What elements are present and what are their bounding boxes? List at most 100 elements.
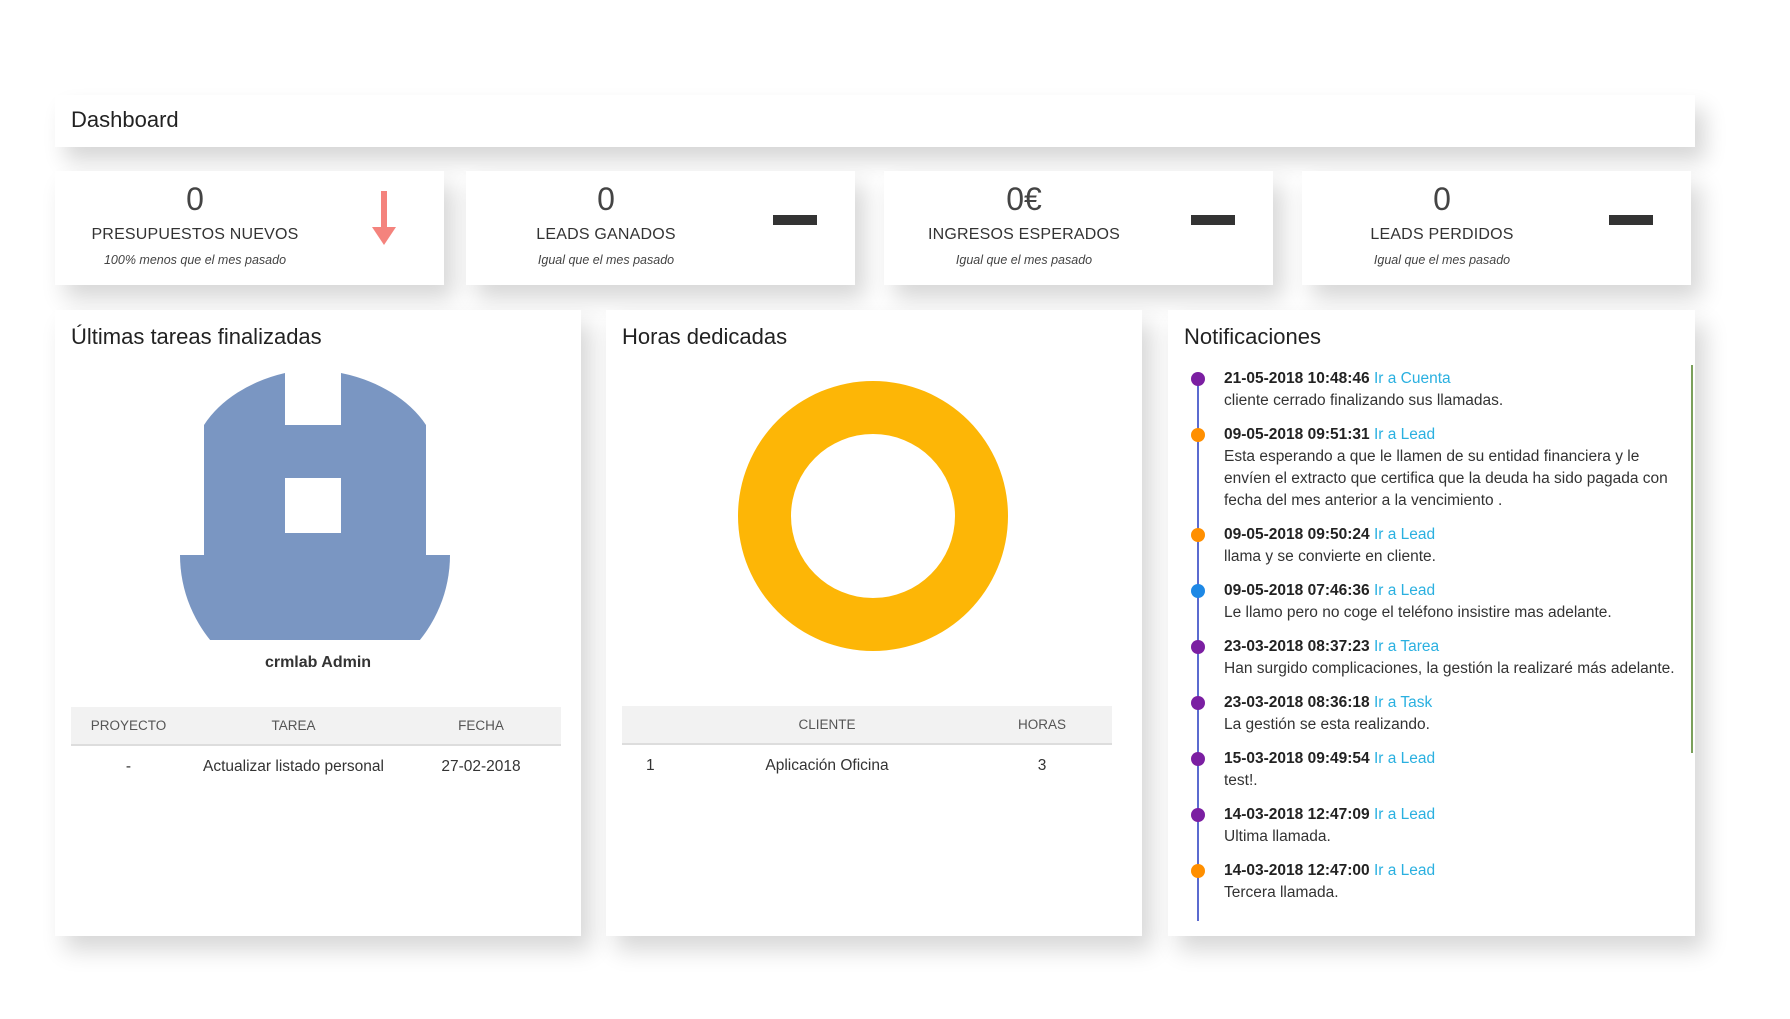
- notification-text: Tercera llamada.: [1224, 884, 1339, 901]
- hours-donut-chart: [738, 381, 1008, 651]
- stat-value: 0: [186, 181, 204, 217]
- notification-text: Han surgido complicaciones, la gestión l…: [1224, 660, 1675, 677]
- notification-text: cliente cerrado finalizando sus llamadas…: [1224, 392, 1504, 409]
- cell-client: Aplicación Oficina: [765, 756, 889, 774]
- stat-subtext: Igual que el mes pasado: [955, 253, 1093, 267]
- notification-item: 23-03-2018 08:37:23 Ir a Tarea Han surgid…: [1184, 636, 1684, 680]
- notification-link[interactable]: Ir a Tarea: [1374, 638, 1439, 655]
- stat-value: 0: [1433, 181, 1451, 217]
- notification-header: 23-03-2018 08:37:23 Ir a Tarea: [1224, 636, 1684, 658]
- stat-card-presupuestos: 0 PRESUPUESTOS NUEVOS 100% menos que el …: [55, 171, 444, 285]
- notification-date: 09-05-2018 09:50:24: [1224, 526, 1370, 543]
- timeline-dot-icon: [1191, 752, 1205, 766]
- notification-header: 09-05-2018 07:46:36 Ir a Lead: [1224, 580, 1684, 602]
- notification-text: Ultima llamada.: [1224, 828, 1331, 845]
- notification-link[interactable]: Ir a Lead: [1374, 806, 1435, 823]
- dashboard-header: Dashboard: [55, 95, 1695, 147]
- notification-date: 14-03-2018 12:47:00: [1224, 862, 1370, 879]
- stat-value: 0€: [1006, 181, 1042, 217]
- hours-panel: Horas dedicadas CLIENTE HORAS 1 Aplicaci…: [606, 310, 1142, 936]
- stat-label: LEADS PERDIDOS: [1370, 226, 1514, 243]
- dash-icon: [1191, 215, 1235, 225]
- notification-link[interactable]: Ir a Lead: [1374, 582, 1435, 599]
- notification-date: 21-05-2018 10:48:46: [1224, 370, 1370, 387]
- tasks-panel: Últimas tareas finalizadas crmlab Admin …: [55, 310, 581, 936]
- stat-label: LEADS GANADOS: [536, 226, 676, 243]
- notification-header: 23-03-2018 08:36:18 Ir a Task: [1224, 692, 1684, 714]
- timeline-dot-icon: [1191, 640, 1205, 654]
- timeline-dot-icon: [1191, 864, 1205, 878]
- notification-item: 23-03-2018 08:36:18 Ir a Task La gestión …: [1184, 692, 1684, 736]
- notification-link[interactable]: Ir a Task: [1374, 694, 1432, 711]
- notification-link[interactable]: Ir a Cuenta: [1374, 370, 1451, 387]
- notification-link[interactable]: Ir a Lead: [1374, 862, 1435, 879]
- notification-text: La gestión se esta realizando.: [1224, 716, 1430, 733]
- user-name: crmlab Admin: [264, 654, 372, 671]
- dash-icon: [773, 215, 817, 225]
- cell-index: 1: [646, 756, 655, 774]
- stat-value: 0: [597, 181, 615, 217]
- timeline-dot-icon: [1191, 808, 1205, 822]
- arrow-down-icon: [372, 191, 396, 245]
- timeline-dot-icon: [1191, 372, 1205, 386]
- notification-header: 21-05-2018 10:48:46 Ir a Cuenta: [1224, 368, 1684, 390]
- column-header-index: [622, 706, 682, 745]
- notification-item: 09-05-2018 07:46:36 Ir a Lead Le llamo pe…: [1184, 580, 1684, 624]
- notification-header: 09-05-2018 09:51:31 Ir a Lead: [1224, 424, 1684, 446]
- notification-link[interactable]: Ir a Lead: [1374, 750, 1435, 767]
- stat-label: PRESUPUESTOS NUEVOS: [91, 226, 299, 243]
- stat-card-ingresos: 0€ INGRESOS ESPERADOS Igual que el mes p…: [884, 171, 1273, 285]
- hours-table: CLIENTE HORAS 1 Aplicación Oficina 3: [622, 706, 1112, 786]
- notification-date: 14-03-2018 12:47:09: [1224, 806, 1370, 823]
- notification-link[interactable]: Ir a Lead: [1374, 526, 1435, 543]
- donut-slice[interactable]: [738, 381, 1008, 651]
- notification-text: Le llamo pero no coge el teléfono insist…: [1224, 604, 1612, 621]
- notification-header: 14-03-2018 12:47:09 Ir a Lead: [1224, 804, 1684, 826]
- notification-item: 15-03-2018 09:49:54 Ir a Lead test!.: [1184, 748, 1684, 792]
- column-header-tarea[interactable]: TAREA: [186, 707, 401, 746]
- scrollbar[interactable]: [1691, 365, 1693, 753]
- panel-title: Notificaciones: [1184, 324, 1321, 349]
- notification-text: test!.: [1224, 772, 1258, 789]
- table-row[interactable]: 1 Aplicación Oficina 3: [622, 744, 1112, 786]
- notification-header: 14-03-2018 12:47:00 Ir a Lead: [1224, 860, 1684, 882]
- table-row[interactable]: - Actualizar listado personal 27-02-2018: [71, 745, 561, 787]
- avatar-icon: [180, 373, 450, 640]
- notification-item: 09-05-2018 09:50:24 Ir a Lead llama y se …: [1184, 524, 1684, 568]
- stat-subtext: Igual que el mes pasado: [1373, 253, 1511, 267]
- notification-date: 23-03-2018 08:37:23: [1224, 638, 1370, 655]
- notification-header: 15-03-2018 09:49:54 Ir a Lead: [1224, 748, 1684, 770]
- cell-hours: 3: [1037, 756, 1047, 774]
- timeline-dot-icon: [1191, 584, 1205, 598]
- notification-item: 09-05-2018 09:51:31 Ir a Lead Esta espera…: [1184, 424, 1684, 512]
- dash-icon: [1609, 215, 1653, 225]
- column-header-fecha[interactable]: FECHA: [401, 707, 561, 746]
- notification-link[interactable]: Ir a Lead: [1374, 426, 1435, 443]
- notification-text: Esta esperando a que le llamen de su ent…: [1224, 448, 1668, 509]
- panel-title: Últimas tareas finalizadas: [71, 324, 322, 349]
- notification-item: 21-05-2018 10:48:46 Ir a Cuenta cliente c…: [1184, 368, 1684, 412]
- stat-subtext: Igual que el mes pasado: [537, 253, 675, 267]
- timeline-dot-icon: [1191, 428, 1205, 442]
- stat-card-leads-ganados: 0 LEADS GANADOS Igual que el mes pasado: [466, 171, 855, 285]
- timeline-dot-icon: [1191, 696, 1205, 710]
- notification-date: 09-05-2018 09:51:31: [1224, 426, 1370, 443]
- notification-text: llama y se convierte en cliente.: [1224, 548, 1436, 565]
- column-header-proyecto[interactable]: PROYECTO: [71, 707, 186, 746]
- panel-title: Horas dedicadas: [622, 324, 788, 349]
- cell-task: Actualizar listado personal: [203, 757, 384, 775]
- notification-item: 14-03-2018 12:47:09 Ir a Lead Ultima llam…: [1184, 804, 1684, 848]
- notification-date: 23-03-2018 08:36:18: [1224, 694, 1370, 711]
- notification-header: 09-05-2018 09:50:24 Ir a Lead: [1224, 524, 1684, 546]
- notification-date: 15-03-2018 09:49:54: [1224, 750, 1370, 767]
- notifications-list: 21-05-2018 10:48:46 Ir a Cuenta cliente c…: [1184, 368, 1684, 921]
- stat-subtext: 100% menos que el mes pasado: [103, 253, 287, 267]
- notification-item: 14-03-2018 12:47:00 Ir a Lead Tercera lla…: [1184, 860, 1684, 904]
- notifications-panel: Notificaciones 21-05-2018 10:48:46 Ir a …: [1168, 310, 1695, 936]
- notification-date: 09-05-2018 07:46:36: [1224, 582, 1370, 599]
- cell-date: 27-02-2018: [441, 757, 521, 775]
- column-header-cliente[interactable]: CLIENTE: [682, 706, 972, 745]
- tasks-table: PROYECTO TAREA FECHA - Actualizar listad…: [71, 707, 561, 787]
- column-header-horas[interactable]: HORAS: [972, 706, 1112, 745]
- timeline-dot-icon: [1191, 528, 1205, 542]
